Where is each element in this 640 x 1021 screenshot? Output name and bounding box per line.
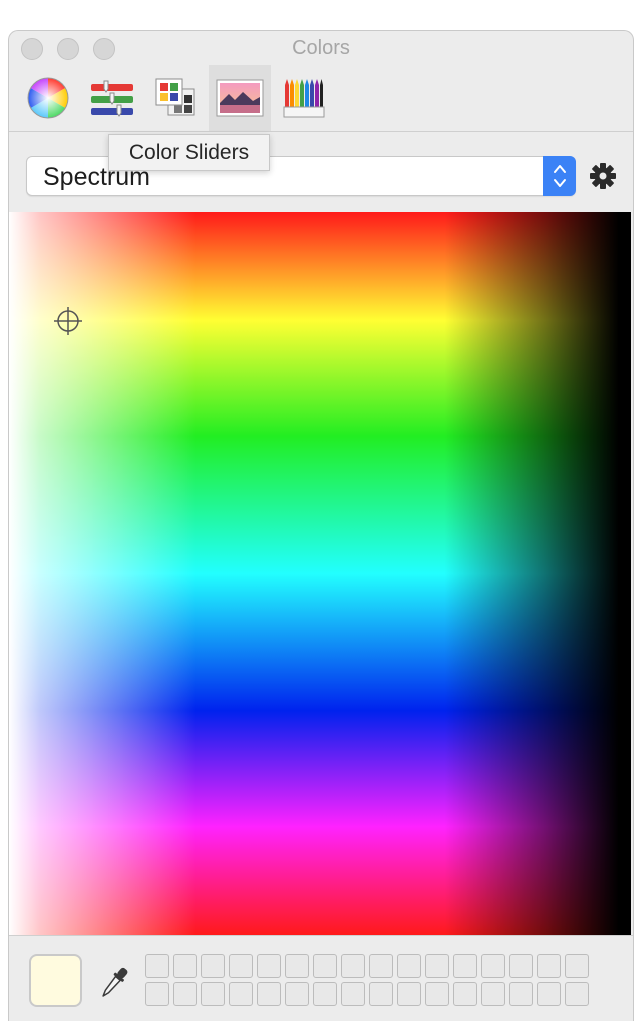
- window-title: Colors: [292, 37, 350, 59]
- swatch-slot[interactable]: [173, 954, 197, 978]
- swatch-slot[interactable]: [229, 954, 253, 978]
- title-bar: Colors: [9, 31, 633, 65]
- popup-stepper[interactable]: [543, 156, 576, 196]
- tab-pencils[interactable]: [273, 65, 335, 131]
- toolbar-divider: [9, 131, 633, 132]
- swatch-slot[interactable]: [145, 982, 169, 1006]
- color-sliders-icon: [91, 80, 133, 117]
- swatch-slot[interactable]: [341, 982, 365, 1006]
- swatch-slot[interactable]: [313, 954, 337, 978]
- swatch-slot[interactable]: [369, 954, 393, 978]
- swatch-slot[interactable]: [285, 954, 309, 978]
- swatch-slot[interactable]: [369, 982, 393, 1006]
- swatch-slot[interactable]: [565, 954, 589, 978]
- swatch-slot[interactable]: [397, 954, 421, 978]
- swatch-slot[interactable]: [425, 954, 449, 978]
- spectrum-picker[interactable]: [9, 212, 631, 935]
- swatch-slot[interactable]: [453, 982, 477, 1006]
- swatch-slot[interactable]: [257, 954, 281, 978]
- color-palettes-icon: [155, 78, 195, 116]
- swatch-slot[interactable]: [313, 982, 337, 1006]
- color-wheel-icon: [27, 77, 69, 119]
- swatch-slot[interactable]: [397, 982, 421, 1006]
- swatch-slot[interactable]: [201, 982, 225, 1006]
- swatch-slot[interactable]: [481, 954, 505, 978]
- swatch-slot[interactable]: [173, 982, 197, 1006]
- chevron-updown-icon: [553, 165, 566, 187]
- swatch-slot[interactable]: [481, 982, 505, 1006]
- colors-window: Colors Spectrum Color Sliders: [8, 30, 634, 1021]
- pencils-icon: [283, 79, 325, 118]
- tab-image-palettes[interactable]: [209, 65, 271, 131]
- tooltip: Color Sliders: [108, 134, 270, 171]
- eyedropper-icon[interactable]: [97, 963, 131, 1003]
- swatch-slot[interactable]: [145, 954, 169, 978]
- swatch-slot[interactable]: [201, 954, 225, 978]
- tab-color-palettes[interactable]: [145, 65, 207, 131]
- swatch-slot[interactable]: [257, 982, 281, 1006]
- current-color-well[interactable]: [29, 954, 82, 1007]
- gear-icon[interactable]: [589, 162, 617, 190]
- spectrum-black-fade: [9, 212, 631, 935]
- bottom-bar: [9, 935, 633, 1021]
- tab-color-sliders[interactable]: [81, 65, 143, 131]
- crosshair-icon[interactable]: [53, 306, 83, 336]
- swatch-slot[interactable]: [537, 954, 561, 978]
- swatch-slot[interactable]: [537, 982, 561, 1006]
- tab-color-wheel[interactable]: [17, 65, 79, 131]
- swatch-slot[interactable]: [509, 954, 533, 978]
- image-palettes-icon: [216, 79, 264, 117]
- swatch-slot[interactable]: [565, 982, 589, 1006]
- swatch-slot[interactable]: [229, 982, 253, 1006]
- swatch-slot[interactable]: [453, 954, 477, 978]
- swatch-slot[interactable]: [425, 982, 449, 1006]
- swatch-slot[interactable]: [341, 954, 365, 978]
- swatch-slot[interactable]: [285, 982, 309, 1006]
- swatch-slot[interactable]: [509, 982, 533, 1006]
- favorite-swatches: [145, 954, 589, 1006]
- mode-toolbar: [9, 65, 633, 131]
